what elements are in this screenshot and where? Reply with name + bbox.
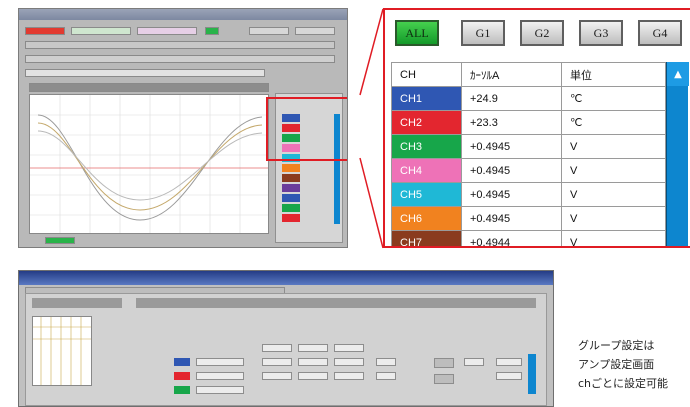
range-select[interactable] bbox=[298, 358, 328, 366]
cursor-value-cell: +0.4945 bbox=[461, 134, 562, 159]
tab-g3[interactable]: G3 bbox=[579, 20, 623, 46]
table-row[interactable]: CH5 +0.4945 V bbox=[391, 182, 666, 207]
channel-color-swatch bbox=[174, 386, 190, 394]
channel-name-field[interactable] bbox=[196, 372, 244, 380]
channel-color-swatch bbox=[174, 372, 190, 380]
table-scrollbar[interactable]: ▲ bbox=[666, 62, 689, 246]
table-header-row: CH ｶｰｿﾙA 単位 bbox=[391, 62, 666, 87]
cursor-value-cell: +24.9 bbox=[461, 86, 562, 111]
channel-name-cell: CH6 bbox=[391, 206, 462, 231]
unit-cell: ℃ bbox=[561, 110, 666, 135]
unit-field[interactable] bbox=[376, 372, 396, 380]
cursor-value-cell: +0.4945 bbox=[461, 206, 562, 231]
amp-settings-window bbox=[18, 270, 554, 407]
group-tabs: ALL G1 G2 G3 G4 bbox=[395, 20, 690, 48]
unit-field[interactable] bbox=[376, 358, 396, 366]
channel-name-cell: CH5 bbox=[391, 182, 462, 207]
group-select-button[interactable] bbox=[434, 374, 454, 384]
unit-cell: V bbox=[561, 206, 666, 231]
channel-name-cell: CH2 bbox=[391, 110, 462, 135]
table-row[interactable]: CH3 +0.4945 V bbox=[391, 134, 666, 159]
tab-g1[interactable]: G1 bbox=[461, 20, 505, 46]
cursor-value-cell: +0.4945 bbox=[461, 182, 562, 207]
tab-all[interactable]: ALL bbox=[395, 20, 439, 46]
preview-grid-svg bbox=[33, 317, 91, 385]
channel-table: CH ｶｰｿﾙA 単位 CH1 +24.9 ℃ CH2 +23.3 ℃ CH3 … bbox=[391, 62, 666, 246]
channel-name-field[interactable] bbox=[196, 386, 244, 394]
unit-cell: V bbox=[561, 134, 666, 159]
settings-scrollbar[interactable] bbox=[528, 354, 536, 394]
section-header bbox=[32, 298, 122, 308]
range-select[interactable] bbox=[262, 344, 292, 352]
unit-cell: V bbox=[561, 230, 666, 246]
range-select[interactable] bbox=[262, 358, 292, 366]
scroll-up-arrow-icon[interactable]: ▲ bbox=[667, 62, 689, 86]
range-select[interactable] bbox=[334, 344, 364, 352]
channel-name-cell: CH7 bbox=[391, 230, 462, 246]
settings-panel bbox=[25, 293, 547, 406]
unit-cell: ℃ bbox=[561, 86, 666, 111]
caption-text: グループ設定は アンプ設定画面 chごとに設定可能 bbox=[578, 336, 690, 393]
preview-grid bbox=[32, 316, 92, 386]
header-cursor-a: ｶｰｿﾙA bbox=[461, 62, 562, 87]
table-row[interactable]: CH1 +24.9 ℃ bbox=[391, 86, 666, 111]
range-select[interactable] bbox=[334, 372, 364, 380]
channel-name-cell: CH4 bbox=[391, 158, 462, 183]
group-field[interactable] bbox=[496, 358, 522, 366]
caption-line: アンプ設定画面 bbox=[578, 358, 655, 371]
cursor-value-cell: +23.3 bbox=[461, 110, 562, 135]
tab-g2[interactable]: G2 bbox=[520, 20, 564, 46]
table-row[interactable]: CH4 +0.4945 V bbox=[391, 158, 666, 183]
range-select[interactable] bbox=[262, 372, 292, 380]
unit-cell: V bbox=[561, 158, 666, 183]
channel-color-swatch bbox=[174, 358, 190, 366]
unit-cell: V bbox=[561, 182, 666, 207]
table-row[interactable]: CH7 +0.4944 V bbox=[391, 230, 666, 246]
caption-line: グループ設定は bbox=[578, 339, 655, 352]
channel-group-zoom-panel: ALL G1 G2 G3 G4 CH ｶｰｿﾙA 単位 CH1 +24.9 ℃ … bbox=[383, 8, 690, 248]
group-field[interactable] bbox=[496, 372, 522, 380]
range-select[interactable] bbox=[334, 358, 364, 366]
header-ch: CH bbox=[391, 62, 462, 87]
group-select-button[interactable] bbox=[434, 358, 454, 368]
group-field[interactable] bbox=[464, 358, 484, 366]
channel-name-cell: CH3 bbox=[391, 134, 462, 159]
range-select[interactable] bbox=[298, 344, 328, 352]
channel-name-field[interactable] bbox=[196, 358, 244, 366]
caption-line: chごとに設定可能 bbox=[578, 377, 669, 390]
range-select[interactable] bbox=[298, 372, 328, 380]
cursor-value-cell: +0.4944 bbox=[461, 230, 562, 246]
section-header bbox=[136, 298, 536, 308]
cursor-value-cell: +0.4945 bbox=[461, 158, 562, 183]
table-row[interactable]: CH6 +0.4945 V bbox=[391, 206, 666, 231]
header-unit: 単位 bbox=[561, 62, 666, 87]
channel-name-cell: CH1 bbox=[391, 86, 462, 111]
settings-window-titlebar bbox=[19, 271, 553, 285]
tab-g4[interactable]: G4 bbox=[638, 20, 682, 46]
table-row[interactable]: CH2 +23.3 ℃ bbox=[391, 110, 666, 135]
